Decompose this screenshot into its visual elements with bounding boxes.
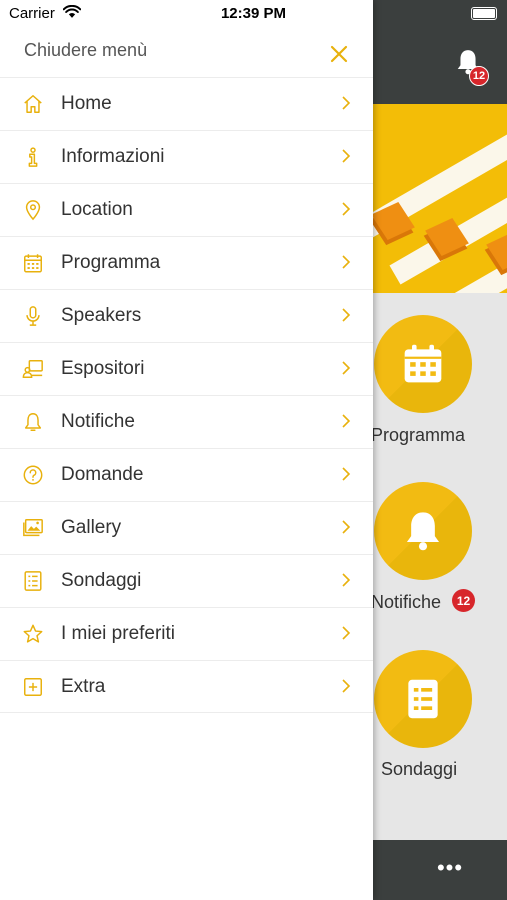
plus-box-icon xyxy=(24,678,42,696)
chevron-right-icon xyxy=(342,308,351,322)
menu-item-extra[interactable]: Extra xyxy=(0,660,373,713)
status-time: 12:39 PM xyxy=(220,5,287,22)
menu-item-espositori[interactable]: Espositori xyxy=(0,342,373,395)
exhibitor-icon xyxy=(22,360,43,378)
menu-item-label: Location xyxy=(61,199,133,220)
chevron-right-icon xyxy=(342,96,351,110)
chevron-right-icon xyxy=(342,573,351,587)
menu-item-label: Sondaggi xyxy=(61,570,142,591)
menu-item-sondaggi[interactable]: Sondaggi xyxy=(0,554,373,607)
close-menu-label[interactable]: Chiudere menù xyxy=(24,40,147,61)
chevron-right-icon xyxy=(342,626,351,640)
chevron-right-icon xyxy=(342,679,351,693)
bell-icon xyxy=(24,413,42,431)
drawer-header[interactable]: Chiudere menù xyxy=(0,28,373,77)
location-pin-icon xyxy=(25,200,41,221)
tile-sondaggi[interactable] xyxy=(374,650,472,748)
tile-notifiche[interactable] xyxy=(374,482,472,580)
bell-icon xyxy=(406,512,440,551)
notification-badge: 12 xyxy=(469,66,489,86)
menu-item-label: I miei preferiti xyxy=(61,623,176,644)
menu-item-domande[interactable]: Domande xyxy=(0,448,373,501)
drawer-menu: Home Informazioni Location Programma Spe… xyxy=(0,77,373,713)
home-icon xyxy=(24,95,42,113)
more-button[interactable]: ••• xyxy=(436,857,464,879)
menu-item-location[interactable]: Location xyxy=(0,183,373,236)
notification-badge: 12 xyxy=(452,589,475,612)
tile-programma[interactable] xyxy=(374,315,472,413)
menu-item-informazioni[interactable]: Informazioni xyxy=(0,130,373,183)
menu-item-preferiti[interactable]: I miei preferiti xyxy=(0,607,373,660)
menu-item-label: Domande xyxy=(61,464,144,485)
menu-item-label: Programma xyxy=(61,252,161,273)
menu-item-home[interactable]: Home xyxy=(0,77,373,130)
chevron-right-icon xyxy=(342,361,351,375)
chevron-right-icon xyxy=(342,414,351,428)
checklist-icon xyxy=(24,571,42,591)
chevron-right-icon xyxy=(342,467,351,481)
info-icon xyxy=(28,147,38,167)
tile-label: Notifiche xyxy=(371,592,442,612)
notifications-button[interactable]: 12 xyxy=(455,48,489,86)
checklist-icon xyxy=(408,679,438,719)
menu-item-gallery[interactable]: Gallery xyxy=(0,501,373,554)
gallery-icon xyxy=(23,519,43,537)
microphone-icon xyxy=(26,306,40,326)
menu-item-label: Extra xyxy=(61,676,106,697)
menu-item-label: Home xyxy=(61,93,112,114)
chevron-right-icon xyxy=(342,202,351,216)
tile-label: Sondaggi xyxy=(381,759,458,779)
question-icon xyxy=(23,465,43,485)
menu-item-label: Speakers xyxy=(61,305,142,326)
menu-item-notifiche[interactable]: Notifiche xyxy=(0,395,373,448)
menu-item-label: Notifiche xyxy=(61,411,135,432)
status-bar: Carrier 12:39 PM xyxy=(0,0,507,30)
chevron-right-icon xyxy=(342,255,351,269)
chevron-right-icon xyxy=(342,149,351,163)
side-menu-drawer: Chiudere menù Home Informazioni Location… xyxy=(0,0,373,900)
menu-item-speakers[interactable]: Speakers xyxy=(0,289,373,342)
calendar-icon xyxy=(404,344,442,383)
menu-item-label: Gallery xyxy=(61,517,122,538)
star-icon xyxy=(23,624,43,643)
tile-label: Programma xyxy=(371,425,466,445)
close-icon[interactable] xyxy=(329,44,349,64)
chevron-right-icon xyxy=(342,520,351,534)
calendar-icon xyxy=(24,254,42,273)
menu-item-label: Espositori xyxy=(61,358,145,379)
battery-icon xyxy=(471,7,497,20)
menu-item-label: Informazioni xyxy=(61,146,165,167)
menu-item-programma[interactable]: Programma xyxy=(0,236,373,289)
